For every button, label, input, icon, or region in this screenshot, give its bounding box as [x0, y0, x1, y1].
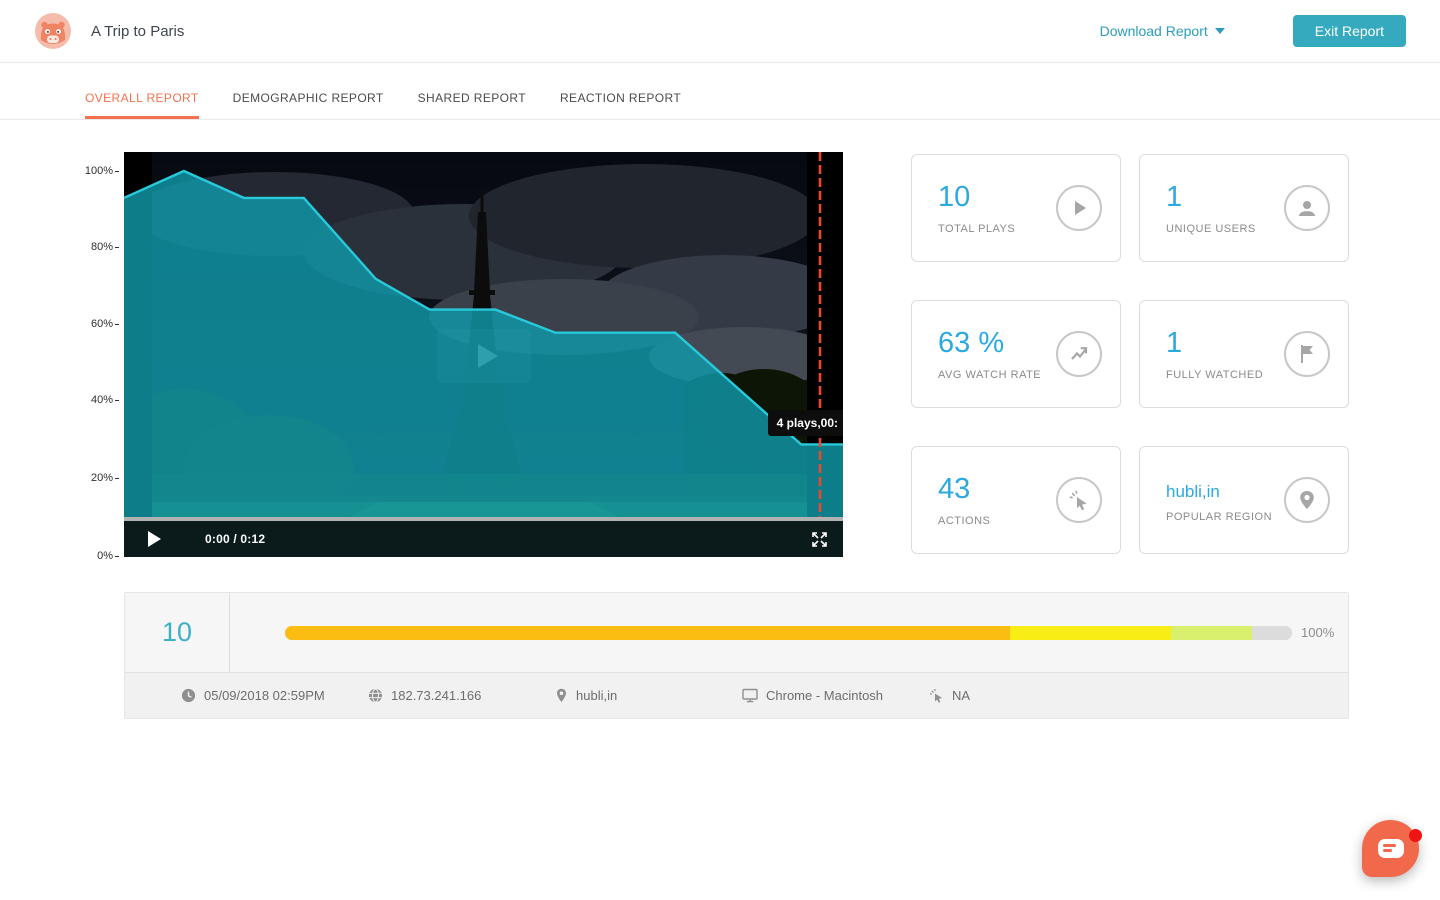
y-axis-tick: 100%: [0, 164, 119, 178]
tab-reaction-report[interactable]: REACTION REPORT: [560, 91, 681, 119]
play-circle-icon: [1056, 185, 1102, 231]
clock-icon: [181, 688, 196, 703]
download-report-label: Download Report: [1100, 23, 1208, 39]
report-tabbar: OVERALL REPORT DEMOGRAPHIC REPORT SHARED…: [0, 63, 1440, 120]
video-player: 0:00 / 0:12 4 plays,00:: [124, 152, 843, 557]
location-pin-icon: [1284, 477, 1330, 523]
stat-value: hubli,in: [1166, 478, 1272, 502]
notification-badge: [1409, 829, 1422, 842]
stat-card-avg-watch-rate: 63 % AVG WATCH RATE: [911, 300, 1121, 408]
viewer-row-panel: 10 100% 05/09/2018 02:59PM 182.73.241.16…: [124, 592, 1349, 719]
fullscreen-button[interactable]: [810, 531, 829, 548]
stat-value: 1: [1166, 327, 1263, 360]
flag-icon: [1284, 331, 1330, 377]
monitor-icon: [742, 688, 758, 703]
detail-text: NA: [952, 688, 970, 703]
watch-percent-label: 100%: [1301, 625, 1336, 640]
exit-report-button[interactable]: Exit Report: [1293, 15, 1406, 47]
detail-location: hubli,in: [555, 688, 742, 703]
stat-value: 1: [1166, 181, 1256, 214]
playhead-tooltip: 4 plays,00:: [768, 410, 843, 436]
stat-label: TOTAL PLAYS: [938, 223, 1015, 235]
watch-bar-segment: [1010, 626, 1171, 640]
detail-text: Chrome - Macintosh: [766, 688, 883, 703]
viewer-play-count: 10: [125, 593, 230, 672]
play-button[interactable]: [148, 531, 161, 547]
stat-label: FULLY WATCHED: [1166, 369, 1263, 381]
stat-card-fully-watched: 1 FULLY WATCHED: [1139, 300, 1349, 408]
stat-card-popular-region: hubli,in POPULAR REGION: [1139, 446, 1349, 554]
stat-label: UNIQUE USERS: [1166, 223, 1256, 235]
watch-progress-bar: [285, 626, 1292, 640]
video-controls-bar: 0:00 / 0:12: [124, 521, 843, 557]
watch-bar-segment: [1171, 626, 1252, 640]
location-pin-icon: [555, 688, 568, 703]
watch-rate-y-axis: 100% 80% 60% 40% 20% 0%: [0, 152, 119, 562]
detail-text: 182.73.241.166: [391, 688, 481, 703]
stat-label: AVG WATCH RATE: [938, 369, 1041, 381]
stat-card-unique-users: 1 UNIQUE USERS: [1139, 154, 1349, 262]
viewer-progress-row: 10 100%: [125, 593, 1348, 672]
page-title: A Trip to Paris: [91, 23, 184, 40]
watch-bar-segment: [1252, 626, 1292, 640]
y-axis-tick: 80%: [0, 240, 119, 254]
tab-demographic-report[interactable]: DEMOGRAPHIC REPORT: [233, 91, 384, 119]
chat-widget-button[interactable]: [1362, 820, 1419, 877]
chat-bubble-icon: [1378, 839, 1404, 858]
app-header: A Trip to Paris Download Report Exit Rep…: [0, 0, 1440, 63]
stat-value: 10: [938, 181, 1015, 214]
watch-bar-segment: [285, 626, 1010, 640]
download-report-link[interactable]: Download Report: [1100, 23, 1225, 39]
detail-actions: NA: [929, 688, 970, 703]
y-axis-tick: 40%: [0, 393, 119, 407]
stat-value: 63 %: [938, 327, 1041, 360]
tab-overall-report[interactable]: OVERALL REPORT: [85, 91, 199, 119]
click-icon: [929, 688, 944, 703]
hippo-mascot-logo: [35, 13, 71, 49]
stat-label: ACTIONS: [938, 515, 990, 527]
caret-down-icon: [1215, 28, 1225, 34]
stat-value: 43: [938, 473, 990, 506]
detail-ip-address: 182.73.241.166: [368, 688, 555, 703]
globe-icon: [368, 688, 383, 703]
stat-label: POPULAR REGION: [1166, 511, 1272, 523]
detail-timestamp: 05/09/2018 02:59PM: [181, 688, 368, 703]
y-axis-tick: 20%: [0, 471, 119, 485]
watch-rate-area-chart: [124, 152, 843, 557]
viewer-details-row: 05/09/2018 02:59PM 182.73.241.166 hubli,…: [125, 672, 1348, 718]
y-axis-tick: 60%: [0, 317, 119, 331]
stat-card-actions: 43 ACTIONS: [911, 446, 1121, 554]
trend-up-icon: [1056, 331, 1102, 377]
user-icon: [1284, 185, 1330, 231]
y-axis-tick: 0%: [0, 549, 119, 563]
detail-browser-os: Chrome - Macintosh: [742, 688, 929, 703]
tab-shared-report[interactable]: SHARED REPORT: [418, 91, 526, 119]
stat-card-total-plays: 10 TOTAL PLAYS: [911, 154, 1121, 262]
detail-text: 05/09/2018 02:59PM: [204, 688, 325, 703]
time-display: 0:00 / 0:12: [205, 532, 265, 546]
click-icon: [1056, 477, 1102, 523]
stat-cards-grid: 10 TOTAL PLAYS 1 UNIQUE USERS 63 % AVG W…: [911, 154, 1349, 554]
detail-text: hubli,in: [576, 688, 617, 703]
